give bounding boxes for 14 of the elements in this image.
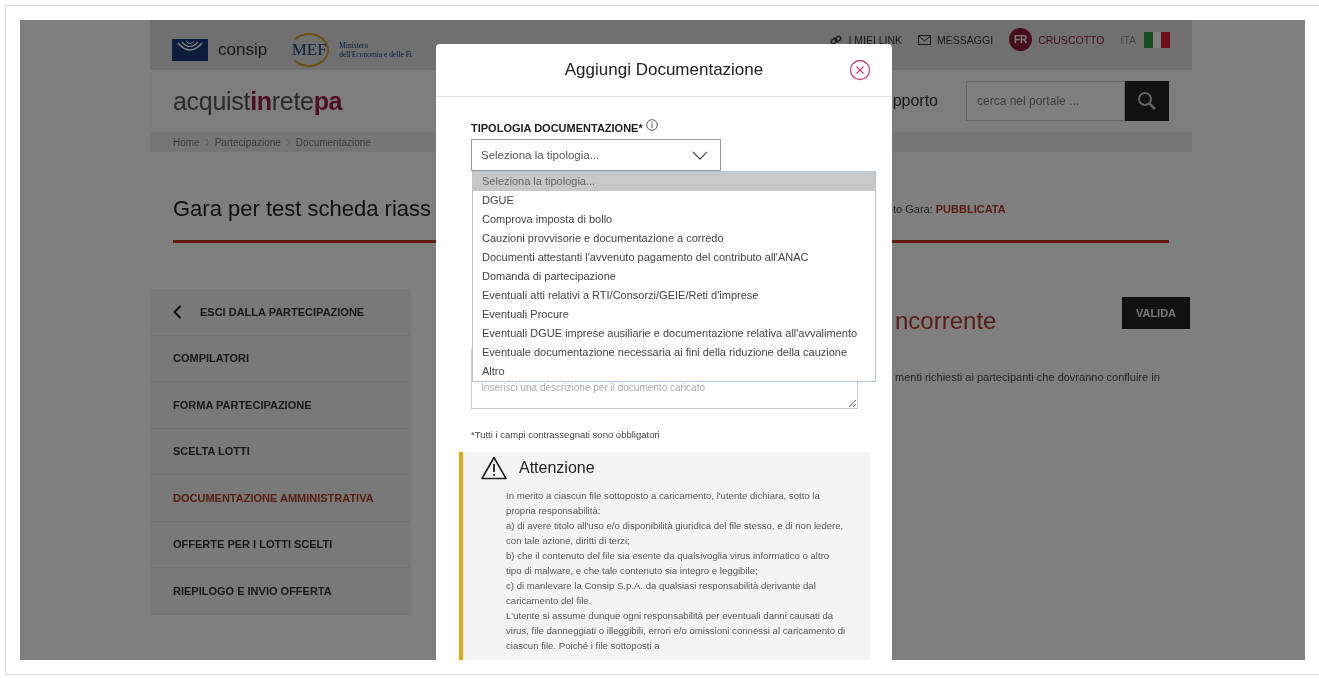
required-note: *Tutti i campi contrassegnati sono obbligatori <box>471 429 661 440</box>
logo-text: consip <box>218 40 268 60</box>
section-title: ncorrente <box>895 307 997 335</box>
status-value: PUBBLICATA <box>935 203 1006 215</box>
field-label: TIPOLOGIA DOCUMENTAZIONE* <box>471 121 643 134</box>
brand-logo: acquistinretepa <box>173 86 343 116</box>
section-description: menti richiesti ai partecipanti che dovranno confluire in <box>895 371 1161 383</box>
user-avatar: FR <box>1009 28 1033 51</box>
ministry-logo: MEF <box>289 33 330 67</box>
warning-title: Attenzione <box>519 459 595 477</box>
warning-text: In merito a ciascun file sottoposto a caricamento, l'utente dichiara, sotto la propria responsabilità: a) di avere titolo all'uso e/o disponibilità giuridica del file stesso, e di non ledere, con tale azione, diritti di terzi; b) che il contenuto del file sia esente da qualsivoglia virus informatico o altro tipo di malware, e che tale contenuto sia integro e leggibile; c) di manlevare la Consip S.p.A. da qualsiasi responsabilità derivante dal caricamento del file. L'utente si assume dunque ogni responsabilità per eventuali danni causati da virus, file danneggiati o illeggibili, errori e/o omissioni connessi al caricamento di ciascun file. Poiché i file sottoposti a <box>506 489 846 653</box>
status-label: to Gara: <box>893 203 933 215</box>
dialog-title: Aggiungi Documentazione <box>564 60 764 80</box>
page-title: Gara per test scheda riass <box>173 196 431 222</box>
